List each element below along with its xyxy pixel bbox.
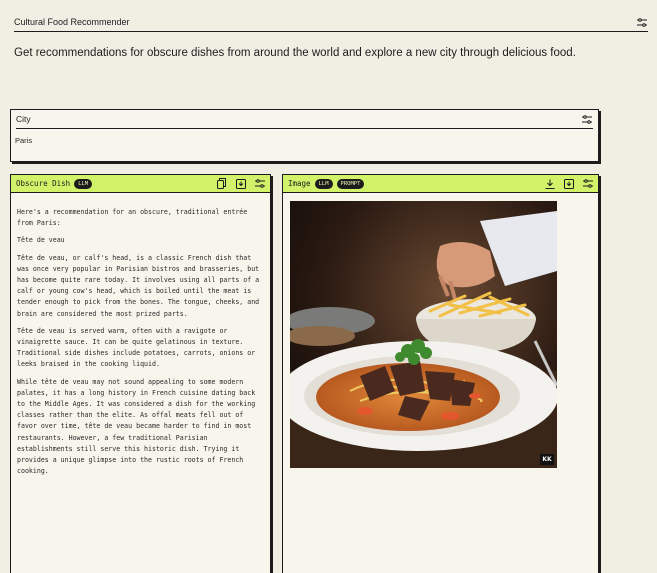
image-header: Image LLM PROMPT xyxy=(283,175,598,193)
obscure-dish-panel: Obscure Dish LLM Here's a recommendation… xyxy=(10,174,271,573)
watermark-logo: KK xyxy=(540,454,554,465)
prompt-badge: PROMPT xyxy=(336,178,365,189)
app-title: Cultural Food Recommender xyxy=(14,17,130,27)
tune-icon[interactable] xyxy=(636,16,648,28)
obscure-dish-output: Here's a recommendation for an obscure, … xyxy=(11,193,270,477)
obscure-dish-title: Obscure Dish xyxy=(16,179,71,188)
dish-paragraph: While tête de veau may not sound appeali… xyxy=(17,377,256,476)
city-header: City xyxy=(16,110,593,129)
obscure-dish-header: Obscure Dish LLM xyxy=(11,175,270,193)
image-panel: Image LLM PROMPT KK xyxy=(282,174,599,573)
tune-icon[interactable] xyxy=(254,178,265,189)
city-input[interactable]: Paris xyxy=(11,129,598,145)
llm-badge: LLM xyxy=(314,178,333,189)
city-label: City xyxy=(16,114,31,124)
image-title: Image xyxy=(288,179,311,188)
dish-paragraph: Tête de veau, or calf's head, is a class… xyxy=(17,253,260,318)
llm-badge: LLM xyxy=(74,178,93,189)
dish-paragraph: Here's a recommendation for an obscure, … xyxy=(17,208,248,228)
tagline: Get recommendations for obscure dishes f… xyxy=(14,47,576,59)
dish-name: Tête de veau xyxy=(17,236,65,245)
generated-dish-image: KK xyxy=(290,201,557,468)
save-icon[interactable] xyxy=(563,178,574,189)
dish-paragraph: Tête de veau is served warm, often with … xyxy=(17,326,256,369)
copy-icon[interactable] xyxy=(216,178,227,189)
app-header: Cultural Food Recommender xyxy=(14,13,648,32)
download-icon[interactable] xyxy=(544,178,555,189)
tune-icon[interactable] xyxy=(581,113,593,125)
tune-icon[interactable] xyxy=(582,178,593,189)
city-panel: City Paris xyxy=(10,109,599,162)
save-icon[interactable] xyxy=(235,178,246,189)
